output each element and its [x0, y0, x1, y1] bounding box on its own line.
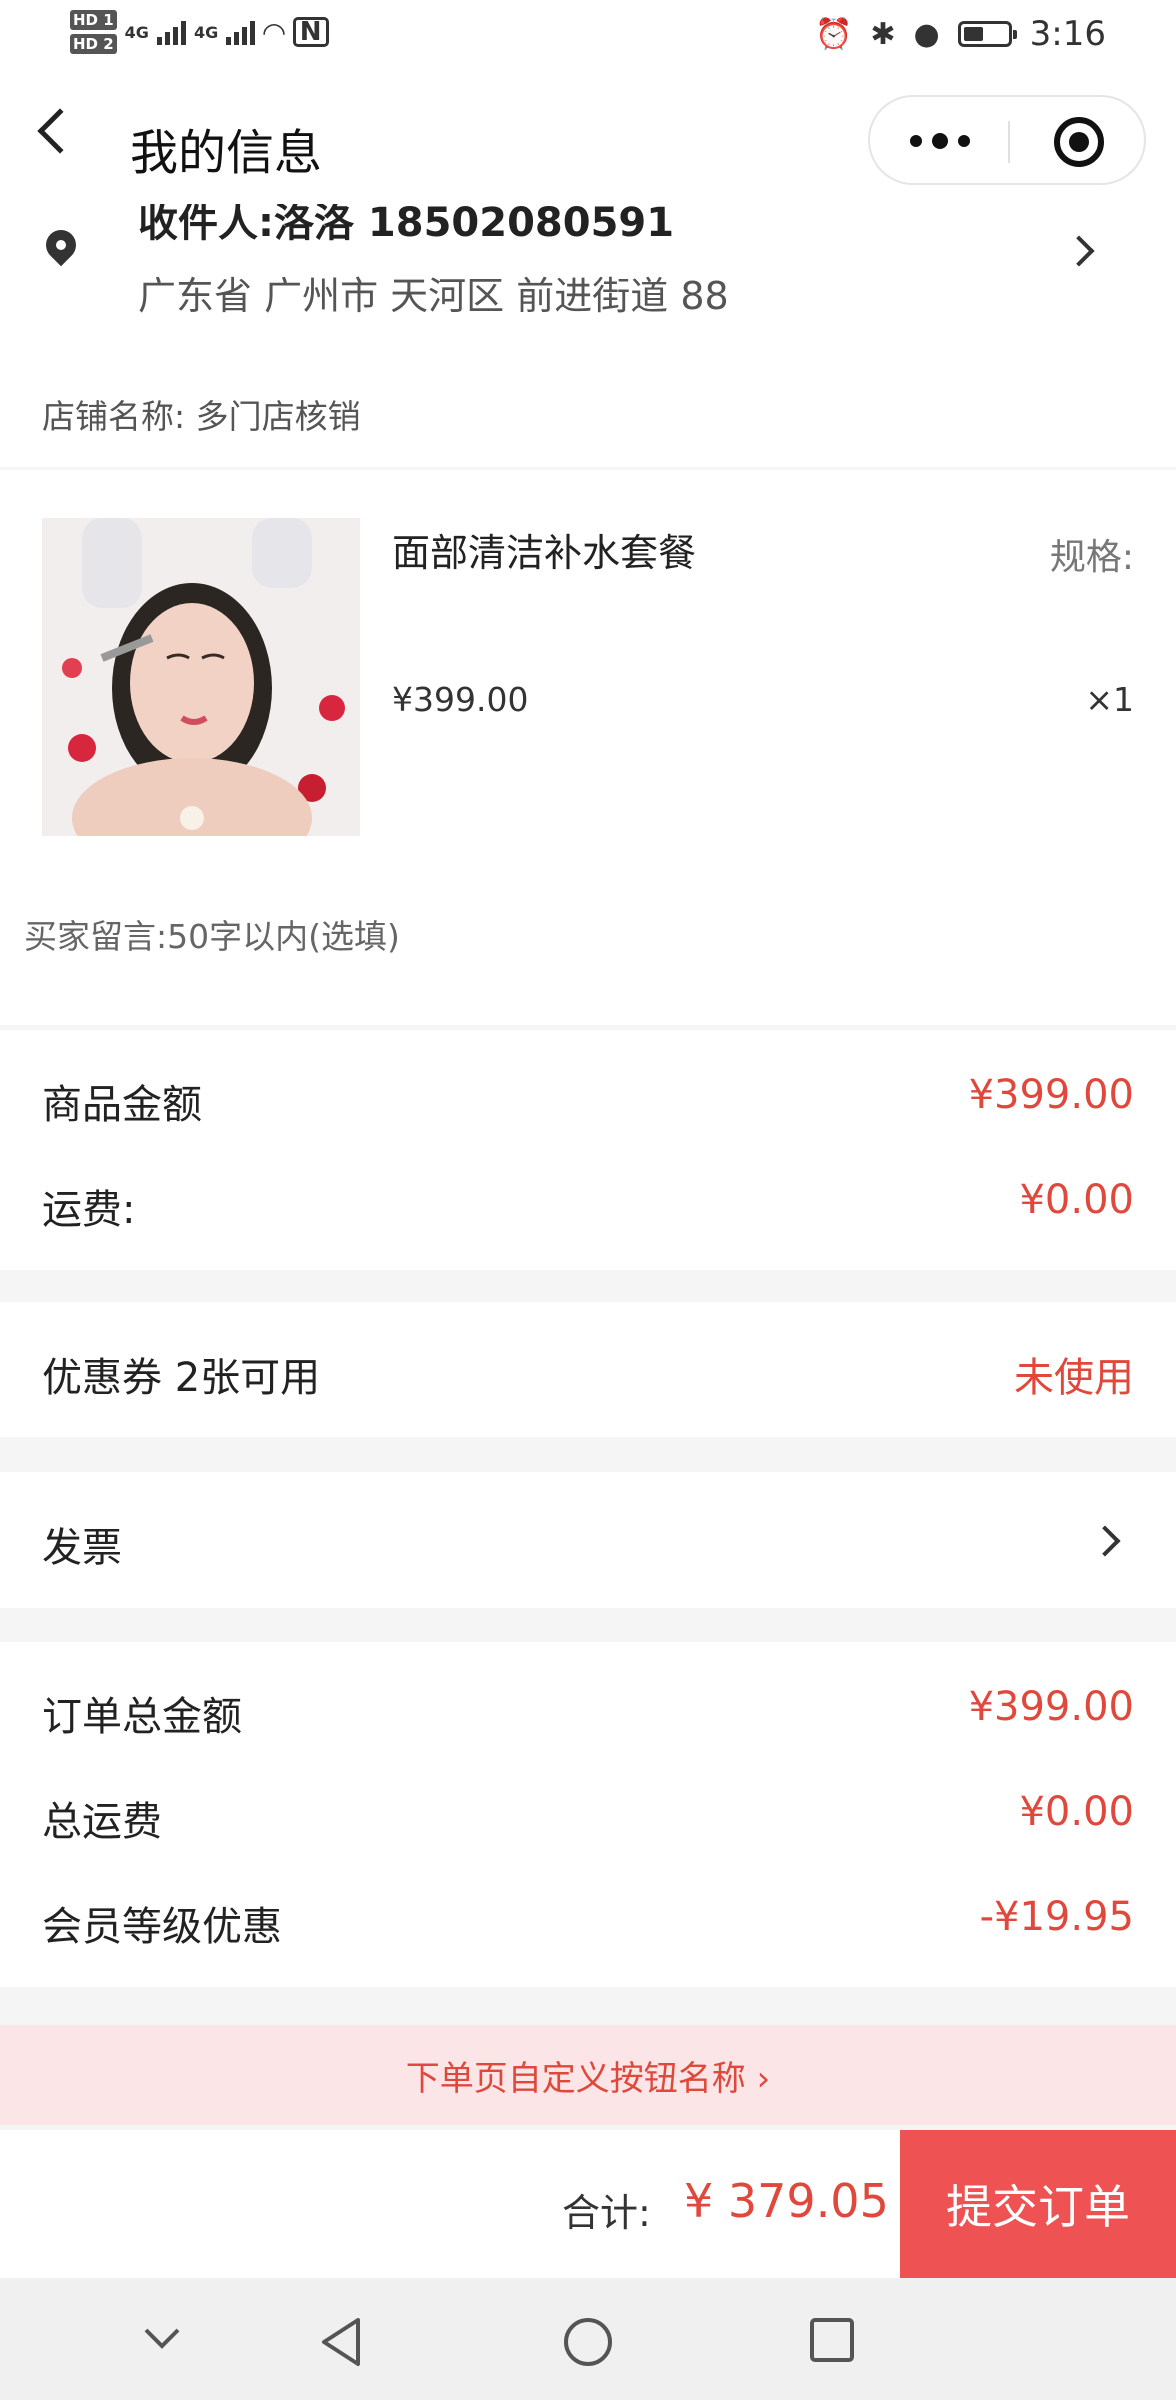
store-value: 多门店核销 — [195, 397, 361, 436]
buyer-message-input[interactable]: 买家留言:50字以内(选填) — [24, 910, 624, 958]
shipping-value: ¥0.00 — [1019, 1177, 1134, 1223]
page-title: 我的信息 — [130, 125, 323, 181]
coupon-label: 优惠券 2张可用 — [42, 1355, 321, 1401]
capsule-divider — [1008, 121, 1010, 163]
back-arrow-icon[interactable] — [37, 108, 83, 154]
member-discount-label: 会员等级优惠 — [42, 1904, 282, 1950]
back-triangle-icon[interactable] — [318, 2316, 366, 2372]
checkout-bar: 合计: ¥ 379.05 提交订单 — [0, 2130, 1176, 2278]
nav-bar: 我的信息 — [0, 75, 1176, 195]
coupon-status: 未使用 — [1014, 1355, 1134, 1401]
sim1-label: HD 1 — [70, 10, 117, 30]
wifi-icon: ◠ — [263, 15, 285, 49]
collapse-chevron-icon[interactable] — [140, 2316, 184, 2364]
invoice-row[interactable] — [0, 1472, 1176, 1608]
signal-icon — [156, 19, 186, 45]
total-shipping-value: ¥0.00 — [1019, 1789, 1134, 1835]
clock: 3:16 — [1029, 14, 1106, 54]
home-circle-icon[interactable] — [562, 2316, 614, 2372]
product-spec: 规格: — [1049, 537, 1134, 578]
network-type-2: 4G — [193, 22, 219, 42]
address-detail: 广东省 广州市 天河区 前进街道 88 — [138, 274, 729, 318]
nfc-icon: N — [292, 17, 329, 47]
goods-amount-label: 商品金额 — [42, 1082, 202, 1128]
submit-order-button[interactable]: 提交订单 — [900, 2130, 1176, 2278]
total-value: ¥ 379.05 — [684, 2174, 889, 2228]
product-name: 面部清洁补水套餐 — [392, 531, 697, 575]
order-total-value: ¥399.00 — [968, 1684, 1134, 1730]
status-left: HD 1 HD 2 4G 4G ◠ N — [70, 8, 329, 56]
miniprogram-capsule — [868, 95, 1146, 185]
status-bar: HD 1 HD 2 4G 4G ◠ N ⏰ ✱ ● 3:16 — [0, 0, 1176, 75]
status-right: ⏰ ✱ ● 3:16 — [815, 14, 1106, 54]
product-price: ¥399.00 — [392, 680, 529, 719]
bluetooth-icon: ✱ — [870, 16, 896, 52]
total-label: 合计: — [562, 2191, 651, 2235]
store-label: 店铺名称: — [42, 397, 186, 436]
more-dots-icon[interactable] — [910, 133, 970, 149]
sim2-label: HD 2 — [70, 34, 117, 54]
shipping-label: 运费: — [42, 1187, 136, 1233]
alarm-icon: ⏰ — [814, 16, 853, 52]
location-icon: ● — [913, 16, 940, 52]
system-nav-bar — [0, 2278, 1176, 2400]
product-image — [42, 518, 360, 836]
total-shipping-label: 总运费 — [42, 1799, 162, 1845]
signal-icon — [226, 19, 256, 45]
network-type-1: 4G — [124, 22, 149, 42]
recents-square-icon[interactable] — [808, 2316, 856, 2368]
sim-indicator: HD 1 HD 2 — [70, 8, 117, 56]
product-quantity: ×1 — [1085, 680, 1134, 719]
custom-order-button[interactable]: 下单页自定义按钮名称 › — [0, 2025, 1176, 2125]
invoice-label: 发票 — [42, 1525, 122, 1571]
member-discount-value: -¥19.95 — [979, 1894, 1134, 1940]
close-target-icon[interactable] — [1054, 117, 1104, 167]
battery-icon — [957, 21, 1017, 47]
store-name: 店铺名称: 多门店核销 — [42, 390, 361, 438]
goods-amount-value: ¥399.00 — [968, 1072, 1134, 1118]
order-total-label: 订单总金额 — [42, 1694, 242, 1740]
amount-section — [0, 1030, 1176, 1270]
